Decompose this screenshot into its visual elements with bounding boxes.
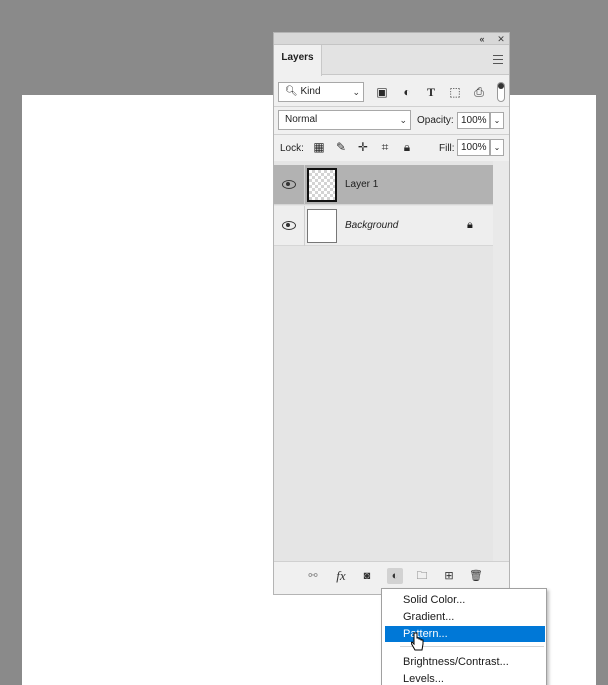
panel-menu-icon[interactable] bbox=[493, 55, 503, 64]
eye-icon[interactable] bbox=[280, 219, 298, 231]
layer-row-background[interactable]: Background 🔒︎ bbox=[274, 206, 493, 246]
add-mask-icon[interactable]: ◙ bbox=[359, 568, 375, 584]
layers-list: Layer 1 Background 🔒︎ bbox=[274, 161, 509, 561]
blend-mode-value: Normal bbox=[285, 114, 318, 125]
eye-icon[interactable] bbox=[280, 178, 298, 190]
fill-label: Fill: bbox=[439, 143, 455, 154]
type-filter-icon[interactable]: T bbox=[424, 85, 438, 99]
close-icon[interactable]: ✕ bbox=[495, 33, 507, 45]
opacity-label: Opacity: bbox=[417, 115, 454, 126]
panel-title-bar: « ✕ bbox=[274, 33, 509, 45]
chevron-down-icon: ⌄ bbox=[399, 115, 407, 125]
blend-row: Normal ⌄ Opacity: 100% ⌄ bbox=[274, 107, 509, 134]
fill-adjustment-menu: Solid Color... Gradient... Pattern... Br… bbox=[381, 588, 547, 685]
layers-bottom-toolbar: ⚯ fx ◙ ◐ 🗀︎ ⊞ 🗑︎ bbox=[274, 561, 509, 589]
filter-kind-label: Kind bbox=[300, 86, 321, 97]
layer-thumbnail bbox=[307, 209, 337, 243]
layer-name: Background bbox=[345, 220, 399, 231]
hand-cursor-icon bbox=[411, 632, 424, 651]
collapse-icon[interactable]: « bbox=[476, 33, 488, 45]
fill-dropdown-button[interactable]: ⌄ bbox=[490, 139, 504, 156]
fx-icon[interactable]: fx bbox=[333, 568, 349, 584]
new-fill-adjustment-icon[interactable]: ◐ bbox=[387, 568, 403, 584]
adjustment-filter-icon[interactable]: ◐ bbox=[400, 85, 414, 99]
opacity-dropdown-button[interactable]: ⌄ bbox=[490, 112, 504, 129]
divider bbox=[304, 206, 305, 246]
lock-transparent-pixels-icon[interactable]: ▦ bbox=[312, 140, 326, 154]
lock-artboard-icon[interactable]: ⌗ bbox=[378, 140, 392, 154]
divider bbox=[304, 165, 305, 205]
blend-mode-dropdown[interactable]: Normal ⌄ bbox=[278, 110, 411, 130]
layers-panel: « ✕ Layers 🔍︎ Kind ⌄ ▣ ◐ T ⬚ ⎙ Normal ⌄ … bbox=[273, 32, 510, 595]
smart-object-filter-icon[interactable]: ⎙ bbox=[472, 85, 486, 99]
menu-item-gradient[interactable]: Gradient... bbox=[385, 609, 545, 625]
lock-position-icon[interactable]: ✛ bbox=[356, 140, 370, 154]
menu-item-brightness-contrast[interactable]: Brightness/Contrast... bbox=[385, 654, 545, 670]
link-layers-icon[interactable]: ⚯ bbox=[305, 568, 321, 584]
lock-icon[interactable]: 🔒︎ bbox=[467, 219, 473, 232]
layer-name: Layer 1 bbox=[345, 179, 379, 190]
filter-kind-dropdown[interactable]: 🔍︎ Kind ⌄ bbox=[278, 82, 364, 102]
lock-row: Lock: ▦ ✎ ✛ ⌗ 🔒︎ Fill: 100% ⌄ bbox=[274, 135, 509, 161]
layer-thumbnail bbox=[307, 168, 337, 202]
trash-icon[interactable]: 🗑︎ bbox=[468, 568, 484, 584]
lock-all-icon[interactable]: 🔒︎ bbox=[400, 140, 414, 154]
panel-tab-row: Layers bbox=[274, 45, 509, 76]
lock-label: Lock: bbox=[280, 143, 304, 154]
new-group-icon[interactable]: 🗀︎ bbox=[414, 568, 430, 584]
search-icon: 🔍︎ bbox=[285, 86, 298, 97]
chevron-down-icon: ⌄ bbox=[352, 87, 360, 97]
menu-item-pattern[interactable]: Pattern... bbox=[385, 626, 545, 642]
layer-row-layer-1[interactable]: Layer 1 bbox=[274, 165, 493, 205]
menu-item-solid-color[interactable]: Solid Color... bbox=[385, 592, 545, 608]
tab-layers[interactable]: Layers bbox=[274, 45, 322, 76]
fill-input[interactable]: 100% bbox=[457, 139, 490, 156]
shape-filter-icon[interactable]: ⬚ bbox=[448, 85, 462, 99]
lock-image-pixels-icon[interactable]: ✎ bbox=[334, 140, 348, 154]
opacity-input[interactable]: 100% bbox=[457, 112, 490, 129]
image-filter-icon[interactable]: ▣ bbox=[375, 85, 389, 99]
new-layer-icon[interactable]: ⊞ bbox=[441, 568, 457, 584]
scrollbar[interactable] bbox=[493, 161, 509, 561]
menu-item-levels[interactable]: Levels... bbox=[385, 671, 545, 685]
filter-row: 🔍︎ Kind ⌄ ▣ ◐ T ⬚ ⎙ bbox=[274, 76, 509, 106]
filter-toggle[interactable] bbox=[497, 82, 505, 102]
